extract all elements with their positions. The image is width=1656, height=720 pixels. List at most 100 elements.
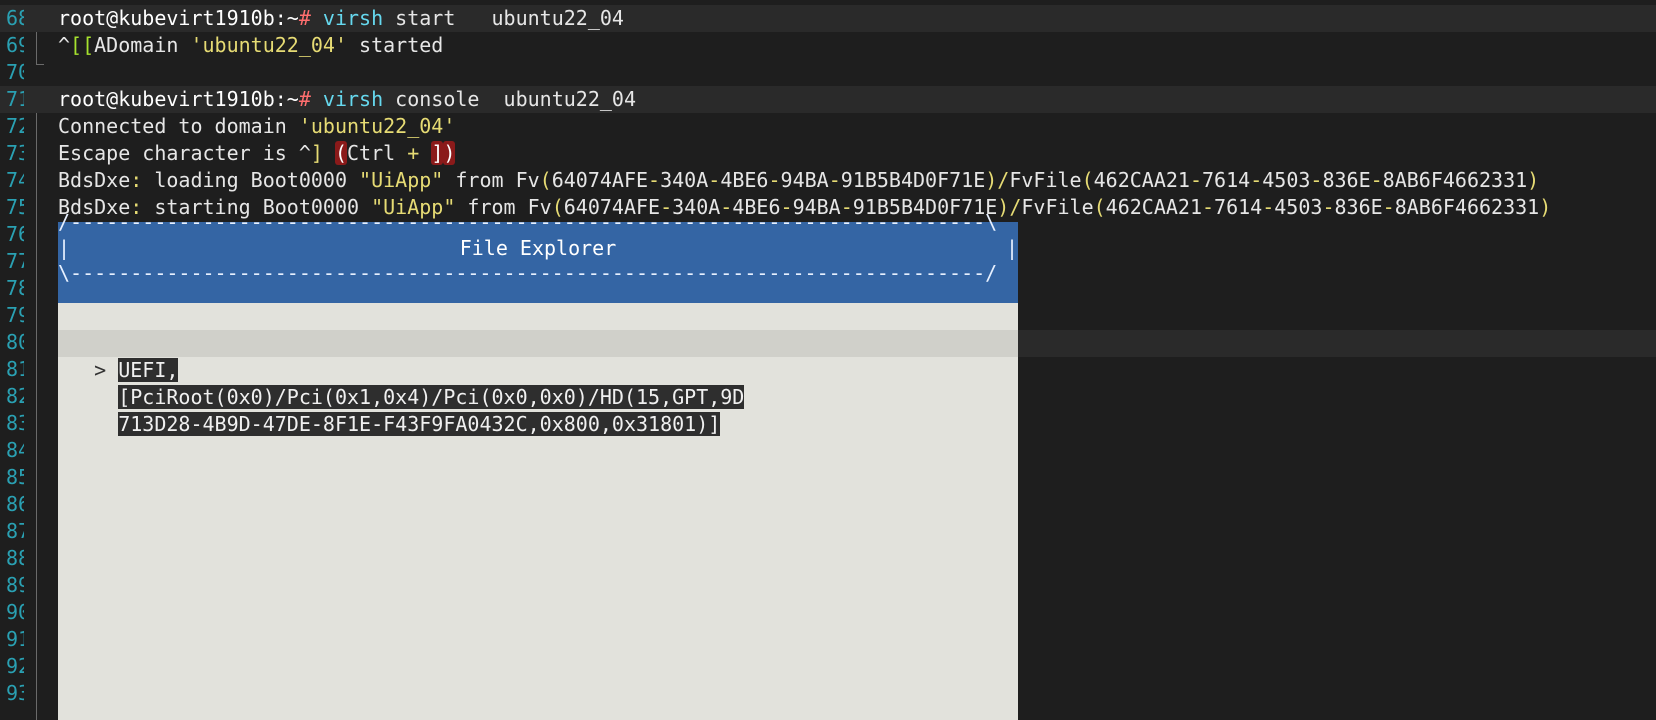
- token: 462CAA21: [1093, 168, 1190, 192]
- token: virsh: [310, 87, 384, 111]
- line-number: 76: [6, 222, 24, 246]
- token: ): [1539, 195, 1552, 219]
- token: -: [1322, 195, 1335, 219]
- token: ): [1527, 168, 1540, 192]
- line-content: BdsDxe: loading Boot0000 "UiApp" from Fv…: [58, 167, 1539, 194]
- line-number: 86: [6, 492, 24, 516]
- line-number: 71: [6, 87, 24, 111]
- code-line[interactable]: 74 BdsDxe: loading Boot0000 "UiApp" from …: [0, 167, 1656, 194]
- token: 8AB6F4662331: [1394, 195, 1540, 219]
- token: started: [347, 33, 444, 57]
- token: "UiApp": [359, 168, 444, 192]
- token: (: [1081, 168, 1094, 192]
- line-number: 92: [6, 654, 24, 678]
- code-line[interactable]: 71 root@kubevirt1910b:~# virsh console ub…: [0, 86, 1656, 113]
- file-explorer-entry[interactable]: > UEFI,: [58, 330, 179, 382]
- file-explorer-entry-cont[interactable]: 713D28-4B9D-47DE-8F1E-F43F9FA0432C,0x800…: [58, 384, 721, 436]
- token: -: [1250, 168, 1263, 192]
- line-number: 83: [6, 411, 24, 435]
- token: -: [768, 168, 781, 192]
- line-number: 89: [6, 573, 24, 597]
- token: 64074AFE: [551, 168, 649, 192]
- line-number: 69: [6, 33, 24, 57]
- token: virsh: [310, 6, 384, 30]
- token: 'ubuntu22_04': [298, 114, 456, 138]
- token: BdsDxe: [58, 168, 131, 192]
- token: -: [1189, 168, 1203, 192]
- line-number: 90: [6, 600, 24, 624]
- line-number: 73: [6, 141, 24, 165]
- token: from Fv: [443, 168, 540, 192]
- token: ): [443, 141, 456, 165]
- token: Ctrl: [347, 141, 408, 165]
- token: 462CAA21: [1105, 195, 1202, 219]
- line-number: 68: [6, 6, 24, 30]
- token: :: [130, 168, 143, 192]
- line-number: 93: [6, 681, 24, 705]
- line-number: 77: [6, 249, 24, 273]
- token: 4503: [1274, 195, 1323, 219]
- token: #: [298, 6, 311, 30]
- token: ^: [58, 33, 71, 57]
- line-number: 75: [6, 195, 24, 219]
- file-explorer-border-top: /---------------------------------------…: [58, 210, 998, 234]
- current-line-highlight-panel: [58, 330, 1018, 357]
- token: 94BA: [780, 168, 829, 192]
- token: 7614: [1214, 195, 1263, 219]
- line-number: 88: [6, 546, 24, 570]
- token: )/: [997, 195, 1022, 219]
- line-number: 79: [6, 303, 24, 327]
- token: -: [648, 168, 661, 192]
- token: #: [298, 87, 311, 111]
- token: 91B5B4D0F71E: [840, 168, 986, 192]
- code-line[interactable]: 72 Connected to domain 'ubuntu22_04': [0, 113, 1656, 140]
- token: 7614: [1202, 168, 1251, 192]
- token: start ubuntu22_04: [383, 6, 624, 30]
- token: -: [1370, 168, 1383, 192]
- token: -: [1382, 195, 1395, 219]
- line-number: 85: [6, 465, 24, 489]
- line-number: 82: [6, 384, 24, 408]
- code-line[interactable]: 68 root@kubevirt1910b:~# virsh start ubun…: [0, 5, 1656, 32]
- code-line[interactable]: 73 Escape character is ^] (Ctrl + ]): [0, 140, 1656, 167]
- line-number: 70: [6, 60, 24, 84]
- token: root@kubevirt1910b:~: [58, 87, 299, 111]
- token: ADomain: [94, 33, 191, 57]
- token: 340A: [660, 168, 709, 192]
- token: root@kubevirt1910b:~: [58, 6, 299, 30]
- code-line[interactable]: 70: [0, 59, 1656, 86]
- token: -: [1310, 168, 1323, 192]
- token: [[: [70, 33, 95, 57]
- token: 'ubuntu22_04': [190, 33, 348, 57]
- file-explorer-border-bottom: \---------------------------------------…: [58, 261, 998, 285]
- file-explorer-title: File Explorer: [459, 236, 617, 260]
- line-content: root@kubevirt1910b:~# virsh console ubun…: [58, 86, 636, 113]
- line-content: ^[[ADomain 'ubuntu22_04' started: [58, 32, 443, 59]
- line-number: 87: [6, 519, 24, 543]
- token: Escape character is ^: [58, 141, 311, 165]
- token: FvFile: [1021, 195, 1094, 219]
- token: loading Boot0000: [142, 168, 360, 192]
- line-content: Escape character is ^] (Ctrl + ]): [58, 140, 456, 167]
- token: -: [1202, 195, 1215, 219]
- token: 4503: [1262, 168, 1311, 192]
- file-explorer-entry-cont[interactable]: [PciRoot(0x0)/Pci(0x1,0x4)/Pci(0x0,0x0)/…: [58, 357, 745, 409]
- line-number: 91: [6, 627, 24, 651]
- token: )/: [985, 168, 1010, 192]
- line-number: 72: [6, 114, 24, 138]
- token: 836E: [1322, 168, 1371, 192]
- token: console ubuntu22_04: [383, 87, 636, 111]
- token: -: [708, 168, 721, 192]
- line-number: 78: [6, 276, 24, 300]
- code-line[interactable]: 69 ^[[ADomain 'ubuntu22_04' started: [0, 32, 1656, 59]
- line-number: 74: [6, 168, 24, 192]
- line-content: root@kubevirt1910b:~# virsh start ubuntu…: [58, 5, 624, 32]
- entry-line-3: 713D28-4B9D-47DE-8F1E-F43F9FA0432C,0x800…: [118, 412, 721, 436]
- line-number: 80: [6, 330, 24, 354]
- token: 4BE6: [720, 168, 769, 192]
- token: -: [1262, 195, 1275, 219]
- line-content: Connected to domain 'ubuntu22_04': [58, 113, 455, 140]
- token: 8AB6F4662331: [1382, 168, 1528, 192]
- token: 836E: [1334, 195, 1383, 219]
